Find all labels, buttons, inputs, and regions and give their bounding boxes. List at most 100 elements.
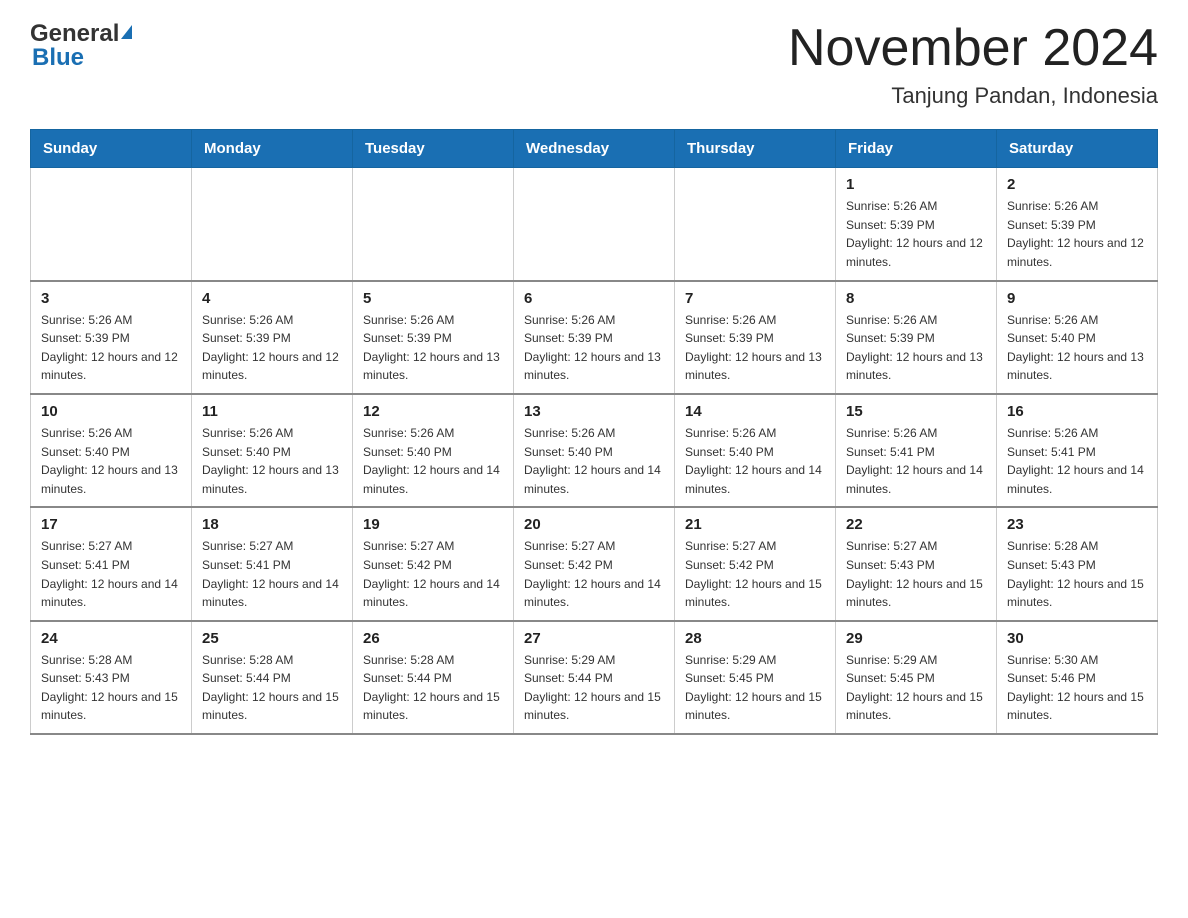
day-number: 4 bbox=[202, 290, 342, 307]
calendar-cell: 16Sunrise: 5:26 AM Sunset: 5:41 PM Dayli… bbox=[997, 394, 1158, 507]
day-info: Sunrise: 5:30 AM Sunset: 5:46 PM Dayligh… bbox=[1007, 651, 1147, 725]
day-info: Sunrise: 5:26 AM Sunset: 5:39 PM Dayligh… bbox=[685, 311, 825, 385]
day-header-thursday: Thursday bbox=[675, 130, 836, 168]
calendar-cell bbox=[675, 168, 836, 281]
day-info: Sunrise: 5:28 AM Sunset: 5:43 PM Dayligh… bbox=[1007, 537, 1147, 611]
day-info: Sunrise: 5:26 AM Sunset: 5:40 PM Dayligh… bbox=[202, 424, 342, 498]
day-number: 26 bbox=[363, 630, 503, 647]
day-number: 9 bbox=[1007, 290, 1147, 307]
day-info: Sunrise: 5:26 AM Sunset: 5:40 PM Dayligh… bbox=[41, 424, 181, 498]
day-info: Sunrise: 5:26 AM Sunset: 5:41 PM Dayligh… bbox=[846, 424, 986, 498]
calendar-cell: 2 Sunrise: 5:26 AM Sunset: 5:39 PM Daylig… bbox=[997, 168, 1158, 281]
day-info: Sunrise: 5:27 AM Sunset: 5:41 PM Dayligh… bbox=[202, 537, 342, 611]
title-block: November 2024 Tanjung Pandan, Indonesia bbox=[788, 20, 1158, 109]
day-number: 13 bbox=[524, 403, 664, 420]
day-info: Sunrise: 5:27 AM Sunset: 5:41 PM Dayligh… bbox=[41, 537, 181, 611]
day-info: Sunrise: 5:28 AM Sunset: 5:44 PM Dayligh… bbox=[202, 651, 342, 725]
day-info: Sunrise: 5:27 AM Sunset: 5:43 PM Dayligh… bbox=[846, 537, 986, 611]
day-header-friday: Friday bbox=[836, 130, 997, 168]
day-header-sunday: Sunday bbox=[31, 130, 192, 168]
calendar-cell: 8Sunrise: 5:26 AM Sunset: 5:39 PM Daylig… bbox=[836, 281, 997, 394]
day-number: 24 bbox=[41, 630, 181, 647]
day-info: Sunrise: 5:26 AM Sunset: 5:40 PM Dayligh… bbox=[685, 424, 825, 498]
day-number: 23 bbox=[1007, 516, 1147, 533]
day-info: Sunrise: 5:26 AM Sunset: 5:39 PM Dayligh… bbox=[41, 311, 181, 385]
day-info: Sunrise: 5:26 AM Sunset: 5:39 PM Dayligh… bbox=[1007, 197, 1147, 271]
calendar-cell: 15 Sunrise: 5:26 AM Sunset: 5:41 PM Dayli… bbox=[836, 394, 997, 507]
calendar-cell bbox=[514, 168, 675, 281]
day-info: Sunrise: 5:26 AM Sunset: 5:40 PM Dayligh… bbox=[363, 424, 503, 498]
calendar-table: SundayMondayTuesdayWednesdayThursdayFrid… bbox=[30, 129, 1158, 735]
calendar-cell: 26 Sunrise: 5:28 AM Sunset: 5:44 PM Dayli… bbox=[353, 621, 514, 734]
day-number: 14 bbox=[685, 403, 825, 420]
calendar-week-row: 3 Sunrise: 5:26 AM Sunset: 5:39 PM Daylig… bbox=[31, 281, 1158, 394]
calendar-cell: 10 Sunrise: 5:26 AM Sunset: 5:40 PM Dayli… bbox=[31, 394, 192, 507]
calendar-cell: 7Sunrise: 5:26 AM Sunset: 5:39 PM Daylig… bbox=[675, 281, 836, 394]
location-title: Tanjung Pandan, Indonesia bbox=[788, 83, 1158, 109]
day-info: Sunrise: 5:26 AM Sunset: 5:39 PM Dayligh… bbox=[846, 311, 986, 385]
day-info: Sunrise: 5:26 AM Sunset: 5:41 PM Dayligh… bbox=[1007, 424, 1147, 498]
day-number: 28 bbox=[685, 630, 825, 647]
calendar-cell: 25Sunrise: 5:28 AM Sunset: 5:44 PM Dayli… bbox=[192, 621, 353, 734]
day-info: Sunrise: 5:27 AM Sunset: 5:42 PM Dayligh… bbox=[685, 537, 825, 611]
day-number: 22 bbox=[846, 516, 986, 533]
month-title: November 2024 bbox=[788, 20, 1158, 77]
day-number: 10 bbox=[41, 403, 181, 420]
calendar-cell: 4 Sunrise: 5:26 AM Sunset: 5:39 PM Daylig… bbox=[192, 281, 353, 394]
logo-triangle-icon bbox=[121, 25, 132, 39]
calendar-cell: 27 Sunrise: 5:29 AM Sunset: 5:44 PM Dayli… bbox=[514, 621, 675, 734]
day-number: 19 bbox=[363, 516, 503, 533]
day-header-wednesday: Wednesday bbox=[514, 130, 675, 168]
calendar-cell: 1 Sunrise: 5:26 AM Sunset: 5:39 PM Daylig… bbox=[836, 168, 997, 281]
day-info: Sunrise: 5:29 AM Sunset: 5:45 PM Dayligh… bbox=[685, 651, 825, 725]
day-info: Sunrise: 5:26 AM Sunset: 5:39 PM Dayligh… bbox=[202, 311, 342, 385]
day-number: 11 bbox=[202, 403, 342, 420]
day-number: 1 bbox=[846, 176, 986, 193]
day-number: 29 bbox=[846, 630, 986, 647]
day-number: 27 bbox=[524, 630, 664, 647]
calendar-week-row: 10 Sunrise: 5:26 AM Sunset: 5:40 PM Dayli… bbox=[31, 394, 1158, 507]
day-number: 21 bbox=[685, 516, 825, 533]
calendar-cell: 20 Sunrise: 5:27 AM Sunset: 5:42 PM Dayli… bbox=[514, 507, 675, 620]
calendar-cell: 28 Sunrise: 5:29 AM Sunset: 5:45 PM Dayli… bbox=[675, 621, 836, 734]
logo-blue-text: Blue bbox=[32, 44, 84, 72]
calendar-cell: 9 Sunrise: 5:26 AM Sunset: 5:40 PM Daylig… bbox=[997, 281, 1158, 394]
calendar-cell: 12Sunrise: 5:26 AM Sunset: 5:40 PM Dayli… bbox=[353, 394, 514, 507]
day-number: 15 bbox=[846, 403, 986, 420]
calendar-week-row: 1 Sunrise: 5:26 AM Sunset: 5:39 PM Daylig… bbox=[31, 168, 1158, 281]
calendar-header-row: SundayMondayTuesdayWednesdayThursdayFrid… bbox=[31, 130, 1158, 168]
calendar-cell: 11 Sunrise: 5:26 AM Sunset: 5:40 PM Dayli… bbox=[192, 394, 353, 507]
day-info: Sunrise: 5:27 AM Sunset: 5:42 PM Dayligh… bbox=[524, 537, 664, 611]
calendar-cell: 22 Sunrise: 5:27 AM Sunset: 5:43 PM Dayli… bbox=[836, 507, 997, 620]
day-info: Sunrise: 5:26 AM Sunset: 5:40 PM Dayligh… bbox=[1007, 311, 1147, 385]
calendar-cell: 29Sunrise: 5:29 AM Sunset: 5:45 PM Dayli… bbox=[836, 621, 997, 734]
calendar-cell: 23 Sunrise: 5:28 AM Sunset: 5:43 PM Dayli… bbox=[997, 507, 1158, 620]
day-info: Sunrise: 5:29 AM Sunset: 5:44 PM Dayligh… bbox=[524, 651, 664, 725]
calendar-cell: 24 Sunrise: 5:28 AM Sunset: 5:43 PM Dayli… bbox=[31, 621, 192, 734]
logo: General Blue bbox=[30, 20, 132, 72]
day-info: Sunrise: 5:26 AM Sunset: 5:39 PM Dayligh… bbox=[846, 197, 986, 271]
calendar-cell: 5Sunrise: 5:26 AM Sunset: 5:39 PM Daylig… bbox=[353, 281, 514, 394]
day-info: Sunrise: 5:26 AM Sunset: 5:40 PM Dayligh… bbox=[524, 424, 664, 498]
calendar-cell: 3 Sunrise: 5:26 AM Sunset: 5:39 PM Daylig… bbox=[31, 281, 192, 394]
day-info: Sunrise: 5:28 AM Sunset: 5:44 PM Dayligh… bbox=[363, 651, 503, 725]
calendar-cell: 13 Sunrise: 5:26 AM Sunset: 5:40 PM Dayli… bbox=[514, 394, 675, 507]
day-number: 5 bbox=[363, 290, 503, 307]
day-header-tuesday: Tuesday bbox=[353, 130, 514, 168]
calendar-cell: 6Sunrise: 5:26 AM Sunset: 5:39 PM Daylig… bbox=[514, 281, 675, 394]
day-number: 20 bbox=[524, 516, 664, 533]
day-info: Sunrise: 5:27 AM Sunset: 5:42 PM Dayligh… bbox=[363, 537, 503, 611]
day-number: 18 bbox=[202, 516, 342, 533]
day-number: 3 bbox=[41, 290, 181, 307]
day-info: Sunrise: 5:28 AM Sunset: 5:43 PM Dayligh… bbox=[41, 651, 181, 725]
calendar-cell bbox=[192, 168, 353, 281]
calendar-cell: 17Sunrise: 5:27 AM Sunset: 5:41 PM Dayli… bbox=[31, 507, 192, 620]
calendar-cell bbox=[31, 168, 192, 281]
calendar-cell: 18 Sunrise: 5:27 AM Sunset: 5:41 PM Dayli… bbox=[192, 507, 353, 620]
calendar-week-row: 24 Sunrise: 5:28 AM Sunset: 5:43 PM Dayli… bbox=[31, 621, 1158, 734]
calendar-cell: 19 Sunrise: 5:27 AM Sunset: 5:42 PM Dayli… bbox=[353, 507, 514, 620]
calendar-cell bbox=[353, 168, 514, 281]
day-header-saturday: Saturday bbox=[997, 130, 1158, 168]
day-number: 2 bbox=[1007, 176, 1147, 193]
day-info: Sunrise: 5:26 AM Sunset: 5:39 PM Dayligh… bbox=[524, 311, 664, 385]
